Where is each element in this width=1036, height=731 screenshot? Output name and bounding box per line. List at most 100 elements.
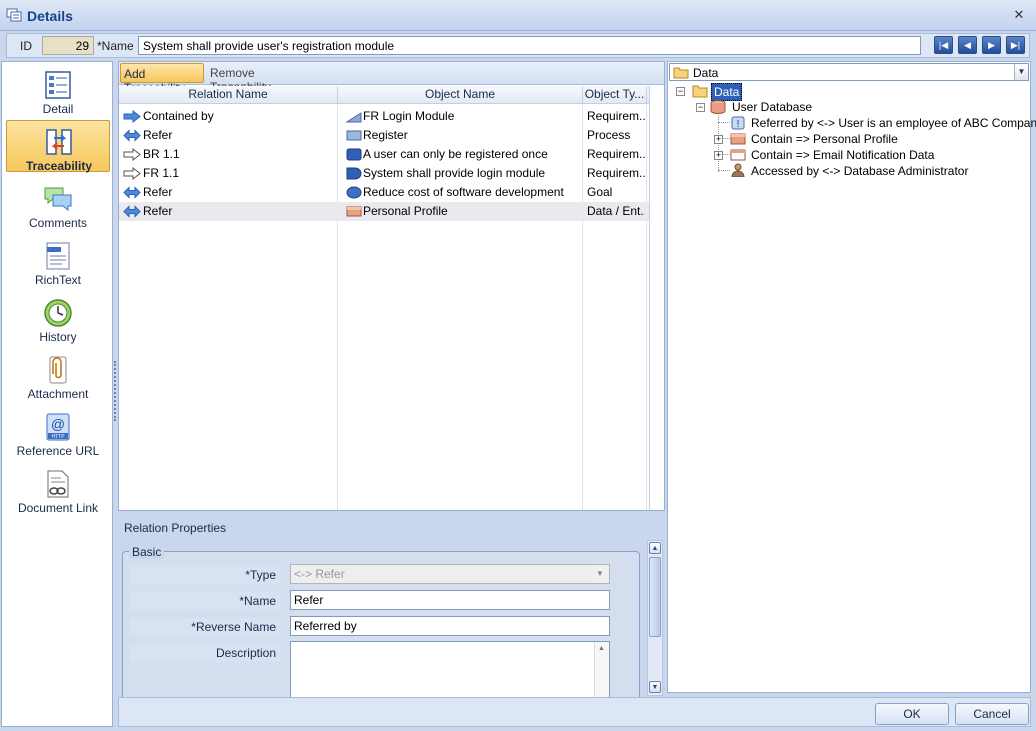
sidebar-item-comments[interactable]: Comments (6, 178, 110, 230)
scroll-down-icon[interactable]: ▼ (649, 681, 661, 693)
data-combo[interactable]: Data ▼ (669, 63, 1029, 81)
reverse-name-input[interactable] (290, 616, 610, 636)
traceability-panel: Add Traceability Remove Traceability Rel… (118, 61, 665, 511)
scroll-up-icon[interactable]: ▲ (649, 542, 661, 554)
tree-node-label[interactable]: User Database (732, 99, 812, 115)
tree-node-label[interactable]: Accessed by <-> Database Administrator (751, 163, 968, 179)
window-titlebar: Details ✕ (0, 0, 1036, 31)
tree-node-leaf[interactable]: + Contain => Email Notification Data (714, 147, 974, 163)
svg-text:!: ! (737, 119, 740, 130)
grid-scrollbar[interactable] (649, 86, 664, 510)
sidebar-item-label: Reference URL (16, 444, 100, 458)
tree-node-leaf[interactable]: + Contain => Personal Profile (714, 131, 974, 147)
object-type-cell: Requirem... (587, 166, 645, 180)
detail-icon (45, 71, 71, 99)
description-scrollbar[interactable]: ▲ (594, 642, 609, 700)
relation-name-cell: Contained by (143, 109, 214, 123)
sidebar-item-label: Comments (28, 216, 87, 230)
sidebar-item-label: Document Link (17, 501, 99, 515)
arrow-both-icon (123, 186, 141, 199)
table-row[interactable]: BR 1.1 A user can only be registered onc… (119, 145, 649, 164)
object-name-text: Register (363, 128, 408, 142)
entity-icon (346, 206, 362, 217)
name-label: *Name (130, 592, 280, 610)
sidebar-item-reference-url[interactable]: @ HTTP Reference URL (6, 406, 110, 458)
object-type-cell: Process (587, 128, 631, 142)
remove-traceability-button[interactable]: Remove Traceability (207, 63, 313, 94)
traceability-grid: Contained by FR Login Module Requirem...… (119, 105, 649, 510)
tree-node-label[interactable]: Contain => Personal Profile (751, 131, 898, 147)
tree-node-user-database[interactable]: − User Database (696, 99, 896, 115)
tree-node-leaf[interactable]: ! Referred by <-> User is an employee of… (730, 115, 1036, 131)
history-icon (44, 299, 72, 327)
close-icon[interactable]: ✕ (1012, 8, 1026, 22)
sidebar-item-traceability[interactable]: Traceability (6, 120, 110, 173)
properties-scrollbar[interactable]: ▲ ▼ (647, 540, 663, 696)
object-name-cell: Register (341, 126, 581, 145)
chevron-down-icon: ▼ (592, 566, 608, 582)
relation-name-input[interactable] (290, 590, 610, 610)
tree-node-label[interactable]: Referred by <-> User is an employee of A… (751, 115, 1036, 131)
relation-properties-title: Relation Properties (124, 521, 227, 535)
expand-icon[interactable]: + (714, 135, 723, 144)
tree-node-root[interactable]: − Data (676, 83, 776, 101)
object-name-text: FR Login Module (363, 109, 455, 123)
sidebar-item-history[interactable]: History (6, 292, 110, 344)
last-record-button[interactable]: ▶| (1006, 36, 1025, 54)
collapse-icon[interactable]: − (696, 103, 705, 112)
table-row[interactable]: Contained by FR Login Module Requirem... (119, 107, 649, 126)
table-row[interactable]: FR 1.1 System shall provide login module… (119, 164, 649, 183)
object-name-text: A user can only be registered once (363, 147, 548, 161)
comments-icon (44, 187, 72, 212)
column-header-object-name[interactable]: Object Name (338, 86, 583, 104)
user-icon (731, 163, 745, 177)
cancel-button[interactable]: Cancel (955, 703, 1029, 725)
window-details-icon (6, 8, 22, 22)
column-header-relation-name[interactable]: Relation Name (119, 86, 338, 104)
first-record-button[interactable]: |◀ (934, 36, 953, 54)
relation-name-cell: Refer (143, 204, 173, 218)
column-header-object-type[interactable]: Object Ty... (583, 86, 647, 104)
expand-icon[interactable]: + (714, 151, 723, 160)
database-icon (710, 100, 726, 114)
sidebar-item-richtext[interactable]: RichText (6, 235, 110, 287)
previous-record-button[interactable]: ◀ (958, 36, 977, 54)
basic-group: Basic *Type <-> Refer ▼ *Name *Reverse N… (122, 545, 640, 701)
relation-name-cell: FR 1.1 (143, 166, 180, 180)
sidebar: Detail Traceability Comments RichText Hi… (1, 61, 113, 727)
data-combo-value: Data (693, 66, 719, 80)
relation-name-cell: BR 1.1 (143, 147, 180, 161)
next-record-button[interactable]: ▶ (982, 36, 1001, 54)
table-row-selected[interactable]: Refer Personal Profile Data / Ent... (119, 202, 649, 221)
id-field: 29 (42, 36, 94, 55)
collapse-icon[interactable]: − (676, 87, 685, 96)
name-input[interactable] (138, 36, 921, 55)
description-textarea[interactable]: ▲ (290, 641, 610, 701)
sidebar-item-detail[interactable]: Detail (6, 64, 110, 116)
sidebar-item-document-link[interactable]: Document Link (6, 463, 110, 515)
tree-node-leaf[interactable]: Accessed by <-> Database Administrator (730, 163, 1025, 179)
splitter-grip[interactable] (114, 361, 117, 421)
data-tree-panel: Data ▼ − Data − User Database ! Referred… (667, 61, 1036, 693)
dialog-footer: OK Cancel (118, 697, 1031, 727)
chevron-down-icon[interactable]: ▼ (1014, 64, 1028, 80)
document-link-icon (47, 470, 69, 498)
object-type-cell: Goal (587, 185, 613, 199)
type-select: <-> Refer ▼ (290, 564, 610, 584)
table-row[interactable]: Refer Register Process (119, 126, 649, 145)
requirement-icon (346, 167, 362, 180)
scroll-thumb[interactable] (649, 557, 661, 637)
sidebar-item-label: RichText (34, 273, 81, 287)
object-type-cell: Data / Ent... (587, 204, 645, 218)
table-row[interactable]: Refer Reduce cost of software developmen… (119, 183, 649, 202)
sidebar-item-label: Traceability (25, 159, 93, 173)
add-traceability-button[interactable]: Add Traceability (120, 63, 204, 95)
sidebar-item-attachment[interactable]: Attachment (6, 349, 110, 401)
relation-name-cell: Refer (143, 128, 173, 142)
ok-button[interactable]: OK (875, 703, 949, 725)
reference-url-icon: @ HTTP (46, 413, 70, 441)
entity-icon (730, 133, 746, 145)
sidebar-item-label: Attachment (27, 387, 89, 401)
svg-text:@: @ (51, 416, 65, 432)
tree-node-label[interactable]: Contain => Email Notification Data (751, 147, 934, 163)
